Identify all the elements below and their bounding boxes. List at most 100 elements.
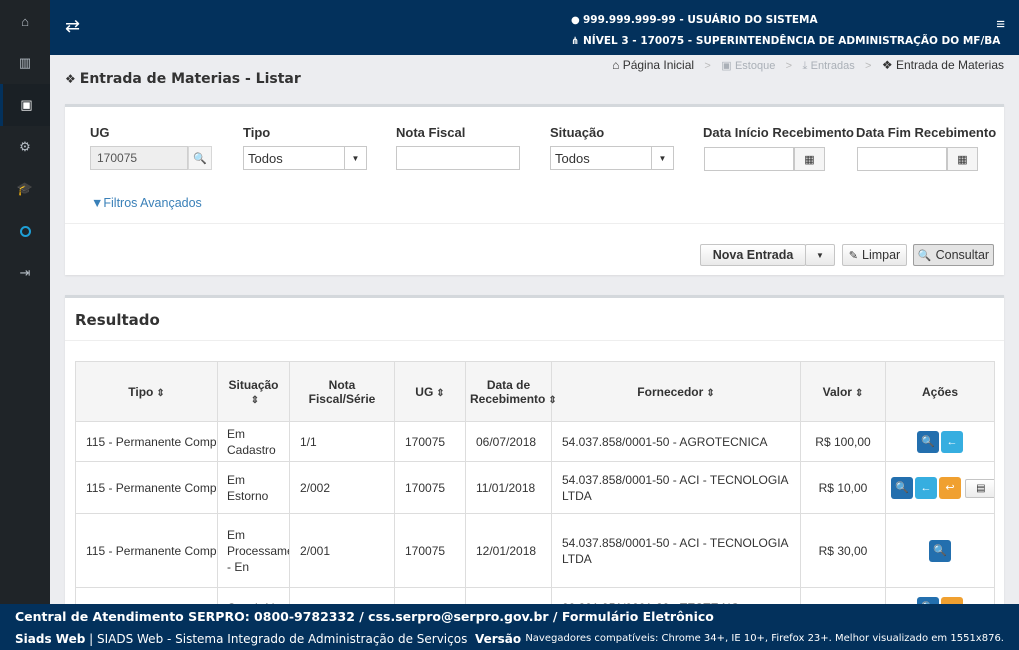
print-split-button[interactable]: ▤▼ — [965, 479, 994, 498]
calendar-icon[interactable]: ▦ — [794, 147, 825, 171]
sitemap-icon: ⋔ — [571, 36, 580, 47]
footer: Central de Atendimento SERPRO: 0800-9782… — [0, 604, 1019, 650]
return-button[interactable]: ← — [915, 476, 937, 499]
menu-icon[interactable]: ≡ — [996, 16, 1005, 33]
view-button[interactable]: 🔍 — [917, 430, 939, 453]
col-data-label: Data de Recebimento — [470, 377, 546, 406]
arrow-left-icon: ← — [920, 481, 932, 494]
table-row: 115 - Permanente Compra Em Cadastro 1/1 … — [75, 421, 995, 462]
sort-icon: ⇕ — [548, 394, 557, 406]
reverse-button[interactable]: ↩ — [939, 476, 961, 499]
cell-ug — [394, 587, 466, 604]
col-fornecedor[interactable]: Fornecedor ⇕ — [551, 361, 801, 422]
sign-in-icon[interactable]: ⇥ — [0, 252, 50, 294]
view-button[interactable]: 🔍 — [917, 596, 939, 604]
nova-entrada-button[interactable]: Nova Entrada — [700, 244, 806, 266]
user-info: ● 999.999.999-99 - USUÁRIO DO SISTEMA ⋔ NÍ… — [571, 10, 1000, 52]
col-situacao-label: Situação — [228, 377, 279, 392]
filter-icon: ▼ — [91, 196, 104, 210]
cell-nota: 2/001 — [289, 513, 395, 588]
col-ug[interactable]: UG ⇕ — [394, 361, 466, 422]
cell-fornecedor: 54.037.858/0001-50 - ACI - TECNOLOGIA LT… — [551, 513, 801, 588]
caret-down-icon: ▼ — [816, 250, 824, 260]
cell-nota — [289, 587, 395, 604]
result-panel: Resultado Tipo ⇕ Situação ⇕ Nota Fiscal/Sé… — [65, 295, 1004, 604]
return-button[interactable]: ← — [941, 430, 963, 453]
col-fornecedor-label: Fornecedor — [637, 384, 704, 399]
sort-icon: ⇕ — [854, 387, 864, 399]
data-inicio-input[interactable] — [704, 147, 794, 171]
col-tipo[interactable]: Tipo ⇕ — [75, 361, 218, 422]
cell-fornecedor: 54.037.858/0001-50 - AGROTECNICA — [551, 421, 801, 462]
result-table: Tipo ⇕ Situação ⇕ Nota Fiscal/Série UG ⇕ Da… — [75, 361, 995, 604]
consultar-label: Consultar — [935, 248, 990, 262]
caret-down-icon: ▼ — [651, 147, 673, 169]
cogs-icon[interactable]: ⚙ — [0, 126, 50, 168]
col-valor-label: Valor — [822, 384, 852, 399]
consultar-button[interactable]: 🔍 Consultar — [913, 244, 994, 266]
exchange-icon[interactable]: ⇄ — [65, 16, 80, 37]
search-icon: 🔍 — [921, 435, 935, 448]
breadcrumb-separator: > — [865, 60, 872, 72]
cell-acoes: 🔍↩ — [885, 587, 995, 604]
col-nota: Nota Fiscal/Série — [289, 361, 395, 422]
cell-valor: R$ 10,00 — [800, 461, 886, 514]
cell-situacao: Em Cadastro — [217, 421, 290, 462]
data-fim-input[interactable] — [857, 147, 947, 171]
data-fim-label: Data Fim Recebimento — [856, 125, 997, 140]
divider — [65, 223, 1004, 224]
cell-tipo: 115 - Permanente Compra — [75, 513, 218, 588]
graduation-cap-icon[interactable]: 🎓 — [0, 168, 50, 210]
archive-icon[interactable]: ▣ — [0, 84, 50, 126]
col-acoes: Ações — [885, 361, 995, 422]
data-inicio-label: Data Início Recebimento — [703, 125, 854, 140]
view-button[interactable]: 🔍 — [891, 476, 913, 499]
situacao-select[interactable]: Todos ▼ — [550, 146, 674, 170]
ug-input[interactable]: 170075 — [90, 146, 188, 170]
breadcrumb-home[interactable]: Página Inicial — [623, 58, 694, 72]
home-icon[interactable]: ⌂ — [0, 0, 50, 42]
circle-icon[interactable] — [0, 210, 50, 252]
print-icon[interactable]: ▤ — [966, 480, 993, 497]
cell-valor — [800, 587, 886, 604]
breadcrumb-current: Entrada de Materias — [895, 58, 1004, 72]
breadcrumb-estoque[interactable]: Estoque — [735, 60, 775, 72]
ug-label: UG — [90, 125, 110, 140]
top-header: ⇄ ● 999.999.999-99 - USUÁRIO DO SISTEMA ⋔… — [50, 0, 1019, 55]
cell-nota: 2/002 — [289, 461, 395, 514]
cell-situacao: Em Estorno — [217, 461, 290, 514]
page-title: ❖ Entrada de Materias - Listar — [65, 71, 301, 87]
situacao-label: Situação — [550, 125, 605, 140]
col-data[interactable]: Data de Recebimento ⇕ — [465, 361, 557, 422]
col-tipo-label: Tipo — [128, 384, 154, 399]
user-name: 999.999.999-99 - USUÁRIO DO SISTEMA — [583, 14, 818, 26]
breadcrumb-entradas[interactable]: Entradas — [811, 60, 855, 72]
limpar-button[interactable]: ✎ Limpar — [842, 244, 907, 266]
filter-panel: UG 170075 🔍 Tipo Todos ▼ Nota Fiscal Sit… — [65, 104, 1004, 275]
advanced-filters-link[interactable]: ▼Filtros Avançados — [91, 196, 202, 210]
search-icon[interactable]: 🔍 — [188, 146, 212, 170]
cell-acoes: 🔍 ← — [885, 421, 995, 462]
page-title-text: Entrada de Materias - Listar — [79, 71, 301, 87]
cell-valor: R$ 100,00 — [800, 421, 886, 462]
col-situacao[interactable]: Situação ⇕ — [217, 361, 290, 422]
home-icon: ⌂ — [612, 58, 620, 72]
col-acoes-label: Ações — [921, 384, 959, 399]
sidebar: ⌂ ▥ ▣ ⚙ 🎓 ⇥ — [0, 0, 50, 604]
view-button[interactable]: 🔍 — [929, 539, 951, 562]
nota-fiscal-input[interactable] — [396, 146, 520, 170]
cell-nota: 1/1 — [289, 421, 395, 462]
calendar-icon[interactable]: ▦ — [947, 147, 978, 171]
barcode-icon[interactable]: ▥ — [0, 42, 50, 84]
cell-situacao: Concluíd — [217, 587, 290, 604]
col-valor[interactable]: Valor ⇕ — [800, 361, 886, 422]
cell-fornecedor: 00.391.951/0001-39 - TESTE NO — [551, 587, 801, 604]
reverse-button[interactable]: ↩ — [941, 596, 963, 604]
nova-entrada-dropdown[interactable]: ▼ — [805, 244, 835, 266]
cell-ug: 170075 — [394, 421, 466, 462]
sort-icon: ⇕ — [250, 394, 260, 406]
breadcrumb-separator: > — [785, 60, 793, 72]
download-icon: ⤓ — [802, 60, 808, 72]
footer-contact: Central de Atendimento SERPRO: 0800-9782… — [15, 609, 714, 624]
tipo-select[interactable]: Todos ▼ — [243, 146, 367, 170]
